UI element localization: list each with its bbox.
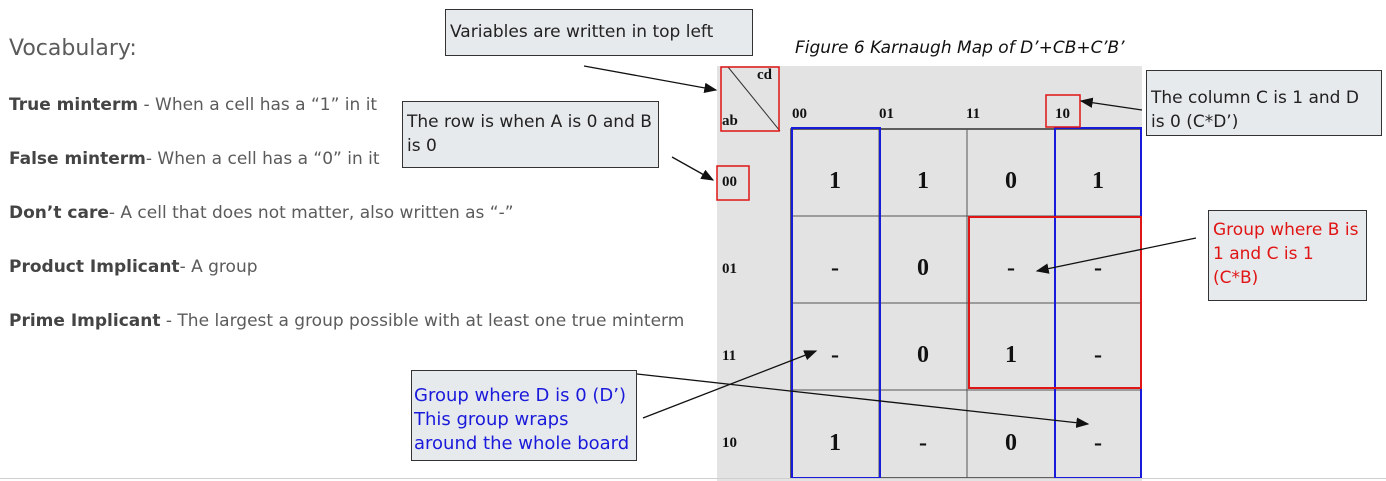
callout-variables: Variables are written in top left: [445, 9, 753, 56]
kmap-cell: 1: [1092, 168, 1104, 194]
callout-row: The row is when A is 0 and B is 0: [402, 101, 659, 168]
kmap-cell: -: [919, 430, 927, 456]
variables-highlight-box: [720, 66, 780, 132]
kmap-cell: -: [1094, 430, 1102, 456]
row-00-highlight-box: [716, 165, 750, 201]
callout-group-cb: Group where B is 1 and C is 1 (C*B): [1208, 210, 1367, 301]
row-arrow: [671, 156, 715, 181]
kmap-cell: -: [831, 255, 839, 281]
page-bottom-divider: [0, 478, 1386, 479]
kmap-cell: 0: [1005, 168, 1017, 194]
kmap-cell: 0: [917, 342, 929, 368]
kmap-cell: 1: [1005, 342, 1017, 368]
kmap-corner-diagonal: [727, 66, 781, 132]
kmap-cell: 1: [917, 168, 929, 194]
kmap-cell: -: [1094, 342, 1102, 368]
group-d-arrow-2: [636, 373, 1090, 428]
col-10-highlight-box: [1045, 94, 1081, 128]
variables-arrow: [583, 65, 718, 94]
kmap-cell: -: [831, 342, 839, 368]
kmap-cell: 0: [917, 255, 929, 281]
kmap-cell: 1: [829, 168, 841, 194]
callout-column: The column C is 1 and D is 0 (C*D’): [1146, 70, 1382, 136]
kmap-cell: 1: [829, 430, 841, 456]
callout-group-d: Group where D is 0 (D’) This group wraps…: [411, 370, 637, 461]
kmap-cell: -: [1094, 255, 1102, 281]
kmap-cell: 0: [1005, 430, 1017, 456]
kmap-cell: -: [1007, 255, 1015, 281]
column-arrow: [1079, 97, 1143, 111]
